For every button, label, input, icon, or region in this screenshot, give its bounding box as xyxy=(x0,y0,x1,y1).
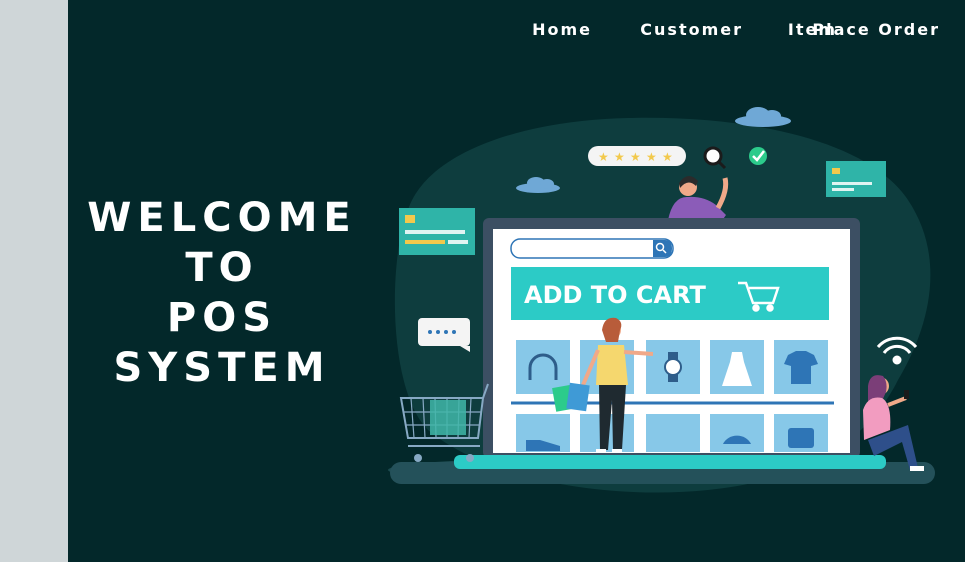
laptop-screen: ADD TO CART xyxy=(483,218,860,458)
credit-card-icon xyxy=(399,208,475,255)
svg-text:★: ★ xyxy=(662,150,673,164)
star-rating-bar: ★ ★ ★ ★ ★ xyxy=(588,146,686,166)
svg-text:★: ★ xyxy=(614,150,625,164)
svg-text:★: ★ xyxy=(630,150,641,164)
main-panel: Home Customer Item Place Order WELCOME T… xyxy=(68,0,965,562)
laptop-base xyxy=(454,455,886,469)
side-strip xyxy=(0,0,68,562)
credit-card-icon xyxy=(826,161,886,197)
add-to-cart-text: ADD TO CART xyxy=(524,281,706,309)
bag-icon xyxy=(788,428,814,448)
cloud-icon xyxy=(735,107,791,127)
shopping-illustration: ★ ★ ★ ★ ★ ADD TO CART xyxy=(388,107,935,493)
check-icon xyxy=(749,147,767,165)
svg-text:★: ★ xyxy=(646,150,657,164)
svg-text:★: ★ xyxy=(598,150,609,164)
